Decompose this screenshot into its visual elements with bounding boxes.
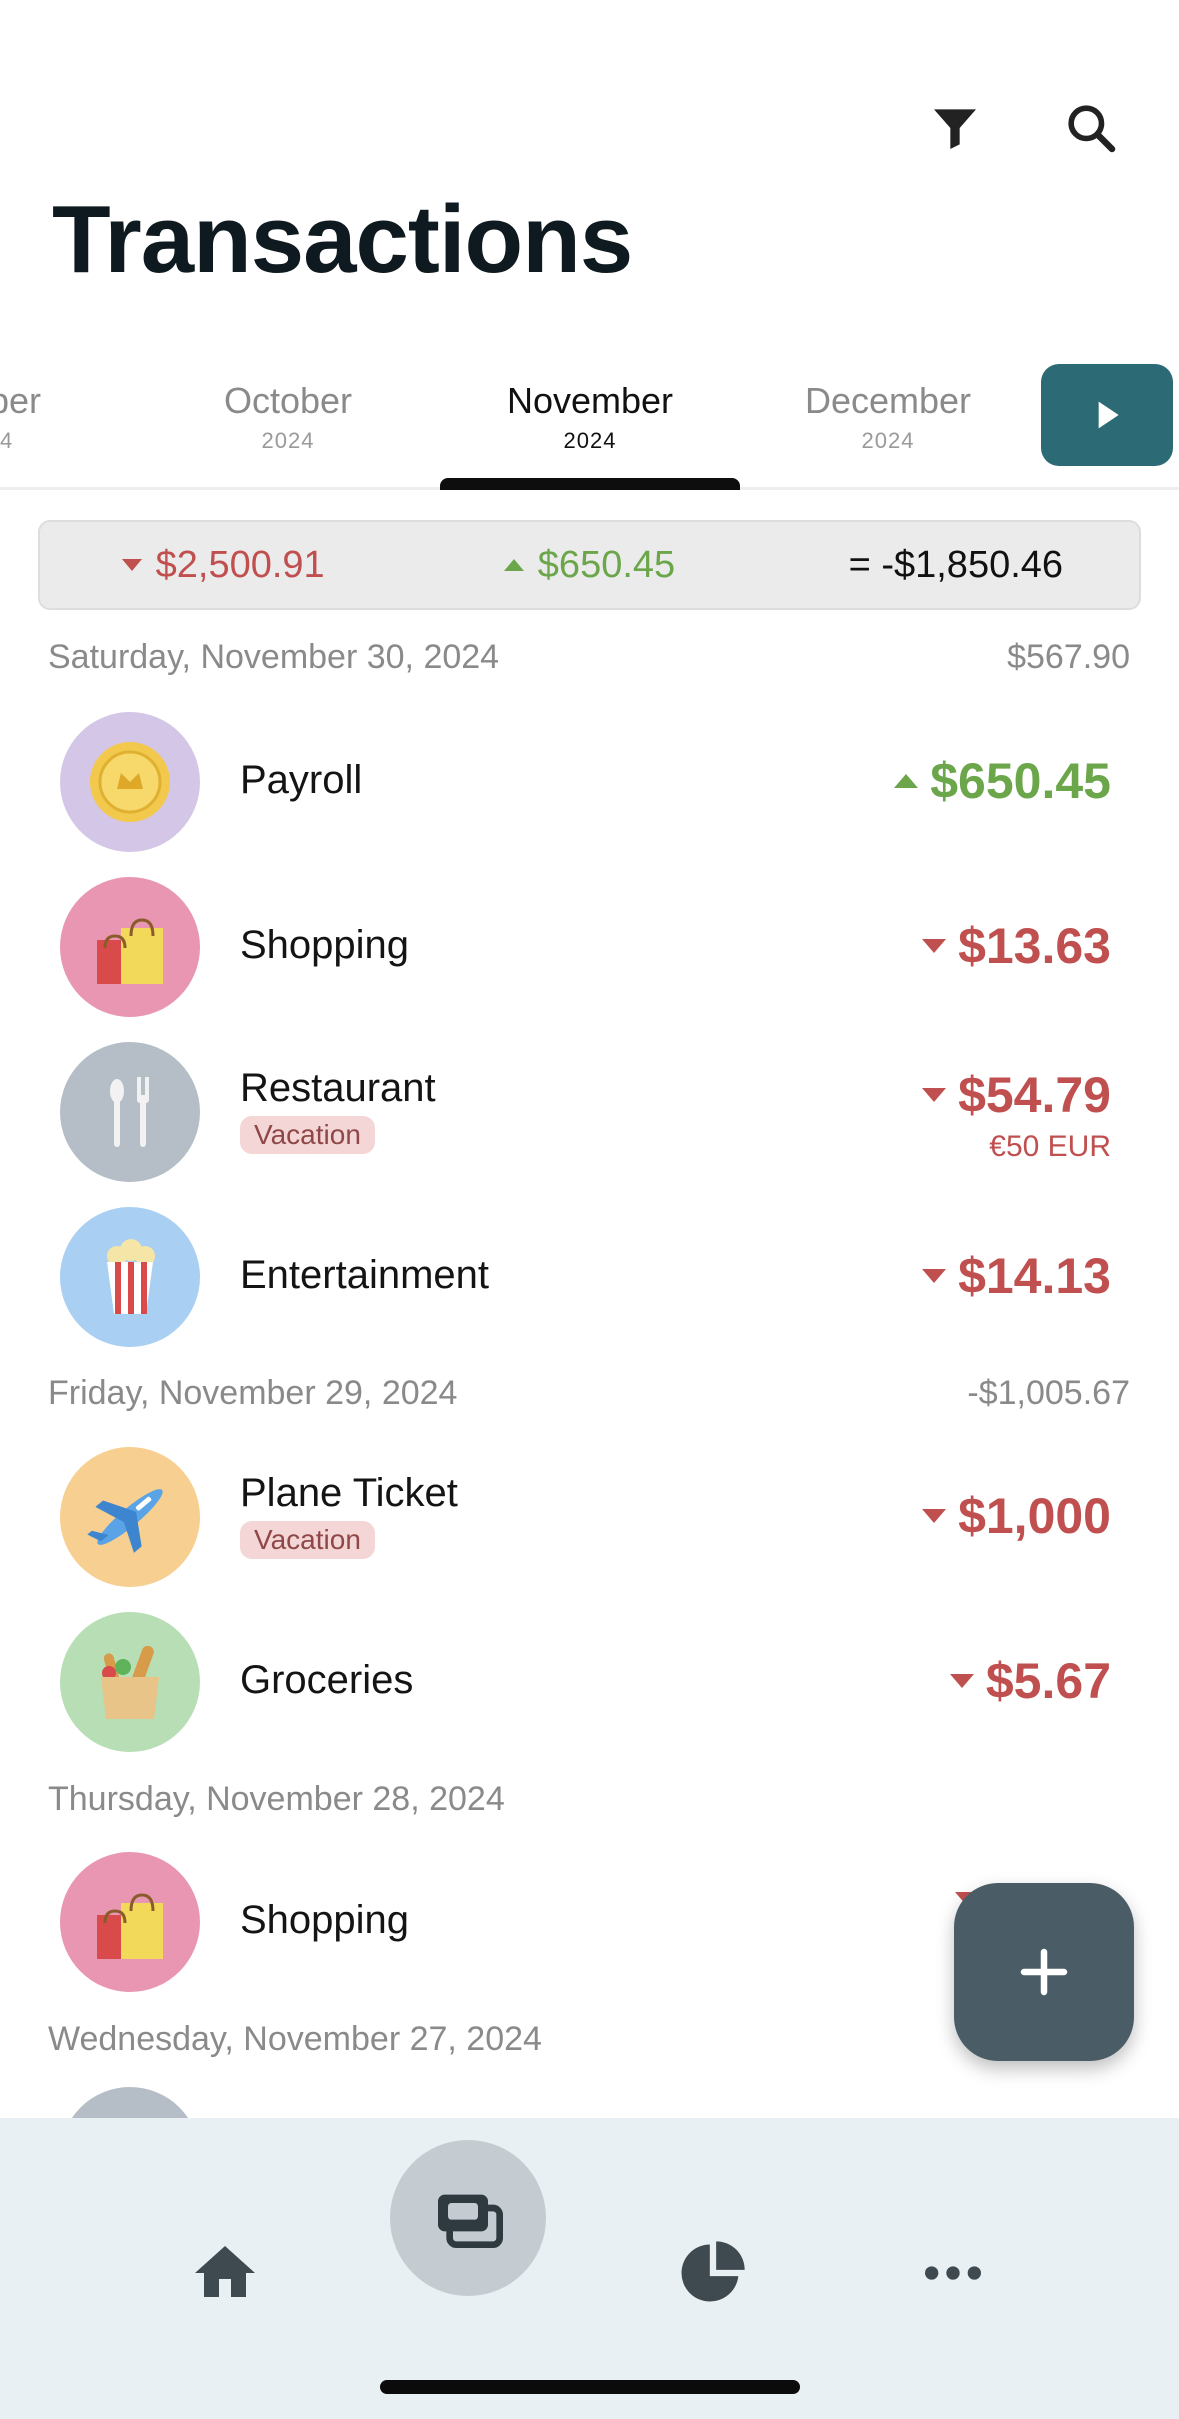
transaction-amount: $650.45 (894, 752, 1111, 810)
down-arrow-icon (922, 1269, 947, 1283)
next-month-button[interactable] (1041, 364, 1173, 466)
shopping-bags-icon (60, 1852, 200, 1992)
month-tab-december[interactable]: December 2024 (738, 380, 1038, 454)
active-month-indicator (440, 478, 740, 490)
day-total: -$1,005.67 (967, 1374, 1130, 1412)
vacation-tag: Vacation (240, 1521, 375, 1559)
transaction-amount: $14.13 (922, 1247, 1111, 1305)
month-label: December (804, 380, 972, 421)
foreign-amount: €50 EUR (989, 1130, 1111, 1163)
month-summary: $2,500.91 $650.45 = -$1,850.46 (38, 520, 1141, 610)
day-header: Saturday, November 30, 2024 $567.90 (48, 638, 1130, 677)
airplane-icon (60, 1447, 200, 1587)
transaction-name: Groceries (240, 1658, 414, 1702)
category-icon (60, 2087, 200, 2118)
month-year: 2024 (563, 428, 617, 453)
transaction-name: Entertainment (240, 1253, 490, 1297)
down-arrow-icon (121, 559, 142, 571)
down-arrow-icon (922, 1088, 947, 1102)
transaction-name: Payroll (240, 758, 363, 802)
income-total: $650.45 (406, 544, 772, 587)
month-year: 2024 (261, 428, 315, 453)
pie-chart-icon[interactable] (653, 2213, 773, 2333)
home-indicator (380, 2380, 800, 2394)
net-total: = -$1,850.46 (848, 543, 1064, 586)
transaction-row-restaurant[interactable]: Restaurant Vacation $54.79 €50 EUR (0, 1030, 1179, 1190)
month-label: mber (0, 380, 42, 421)
month-tab-previous-2[interactable]: mber 24 (0, 380, 150, 454)
coin-icon (60, 712, 200, 852)
month-tab-november[interactable]: November 2024 (440, 380, 740, 454)
transaction-row-plane-ticket[interactable]: Plane Ticket Vacation $1,000 (0, 1435, 1179, 1595)
vacation-tag: Vacation (240, 1116, 375, 1154)
filter-icon[interactable] (917, 90, 993, 166)
header-actions (917, 90, 1129, 166)
month-year: 2024 (861, 428, 915, 453)
down-arrow-icon (949, 1674, 974, 1688)
transactions-icon[interactable] (390, 2140, 546, 2296)
play-icon (1098, 401, 1119, 429)
bottom-navigation (0, 2118, 1179, 2419)
shopping-bags-icon (60, 877, 200, 1017)
transaction-name: Restaurant (240, 1066, 436, 1110)
fork-spoon-icon (60, 1042, 200, 1182)
day-date: Thursday, November 28, 2024 (48, 1780, 505, 1818)
up-arrow-icon (894, 774, 919, 788)
day-header: Friday, November 29, 2024 -$1,005.67 (48, 1374, 1130, 1413)
transaction-row-partial[interactable] (0, 2075, 1179, 2118)
transaction-name: Shopping (240, 923, 410, 967)
transaction-row-groceries[interactable]: Groceries $5.67 (0, 1600, 1179, 1760)
day-date: Wednesday, November 27, 2024 (48, 2020, 542, 2058)
month-label: October (223, 380, 353, 421)
search-icon[interactable] (1053, 90, 1129, 166)
day-header: Thursday, November 28, 2024 (48, 1780, 1130, 1819)
day-date: Friday, November 29, 2024 (48, 1374, 458, 1412)
grocery-bag-icon (60, 1612, 200, 1752)
down-arrow-icon (922, 1509, 947, 1523)
page-title: Transactions (52, 186, 633, 293)
month-selector: mber 24 October 2024 November 2024 Decem… (0, 360, 1179, 490)
add-transaction-button[interactable] (954, 1883, 1134, 2061)
month-tab-october[interactable]: October 2024 (138, 380, 438, 454)
day-date: Saturday, November 30, 2024 (48, 638, 500, 676)
month-year: 24 (0, 428, 14, 453)
plus-icon (1020, 1948, 1068, 1996)
day-total: $567.90 (1007, 638, 1130, 676)
more-icon[interactable] (893, 2213, 1013, 2333)
transaction-amount: $5.67 (949, 1652, 1111, 1710)
up-arrow-icon (503, 559, 524, 571)
down-arrow-icon (922, 939, 947, 953)
transaction-name: Shopping (240, 1898, 410, 1942)
transaction-row-payroll[interactable]: Payroll $650.45 (0, 700, 1179, 860)
transaction-name: Plane Ticket (240, 1471, 458, 1515)
transaction-row-shopping[interactable]: Shopping $13.63 (0, 865, 1179, 1025)
month-label: November (506, 380, 674, 421)
transaction-amount: $13.63 (922, 917, 1111, 975)
popcorn-icon (60, 1207, 200, 1347)
transaction-row-entertainment[interactable]: Entertainment $14.13 (0, 1195, 1179, 1355)
transaction-amount: $54.79 (922, 1066, 1111, 1124)
transaction-amount: $1,000 (922, 1487, 1111, 1545)
home-icon[interactable] (165, 2213, 285, 2333)
expense-total: $2,500.91 (40, 544, 406, 587)
